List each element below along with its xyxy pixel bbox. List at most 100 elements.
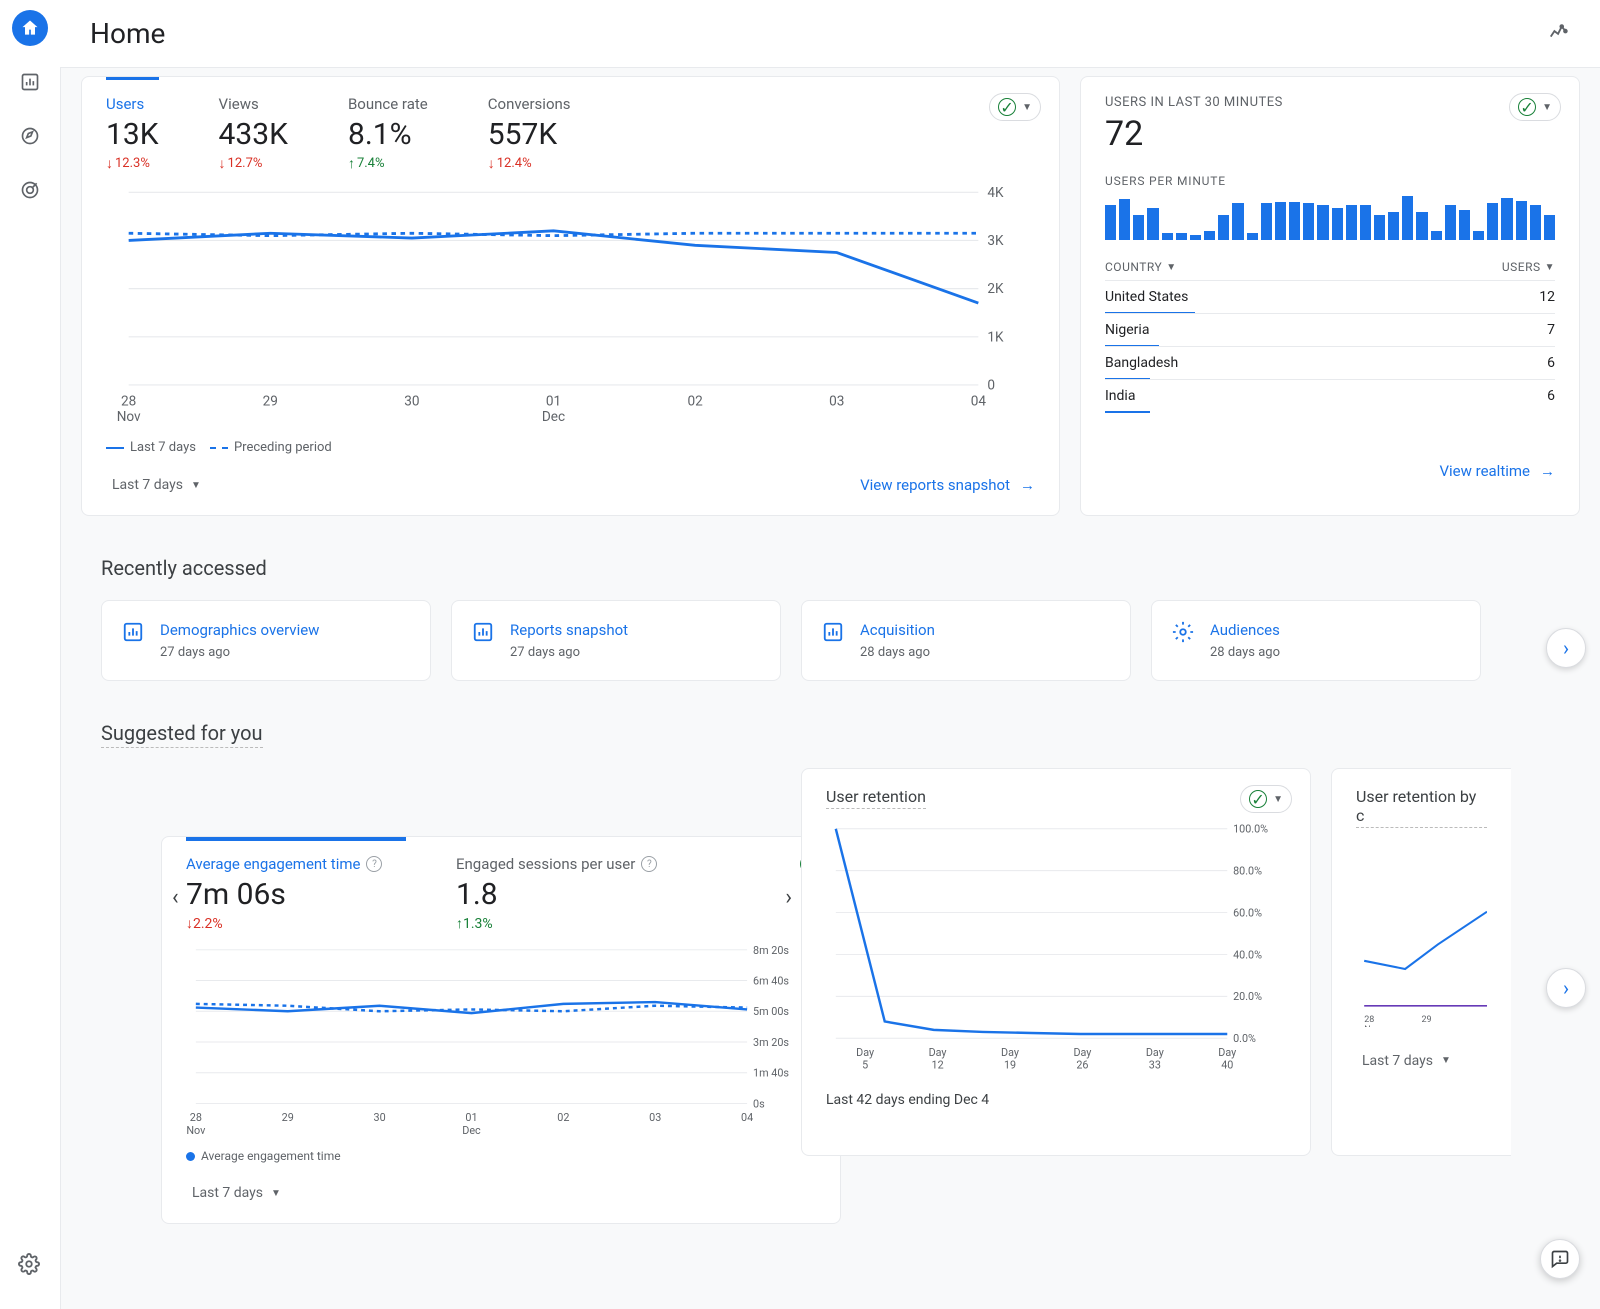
svg-text:Day: Day [929, 1046, 947, 1059]
nav-reports-icon[interactable] [12, 64, 48, 100]
svg-text:28: 28 [1364, 1015, 1374, 1025]
svg-text:Day: Day [1218, 1046, 1236, 1059]
svg-text:0.0%: 0.0% [1233, 1032, 1256, 1045]
caret-down-icon: ▼ [1273, 794, 1283, 805]
minute-bar [1261, 203, 1272, 240]
minute-bar [1544, 215, 1555, 240]
svg-text:100.0%: 100.0% [1233, 823, 1268, 836]
top-bar: Home [60, 0, 1600, 68]
check-icon: ✓ [1249, 790, 1267, 808]
minute-bar [1289, 202, 1300, 240]
country-row[interactable]: United States12 [1105, 280, 1555, 313]
svg-text:5m 00s: 5m 00s [753, 1005, 789, 1018]
minute-bar [1332, 208, 1343, 240]
caret-down-icon: ▼ [1542, 102, 1552, 113]
feedback-button[interactable] [1540, 1239, 1580, 1279]
svg-text:80.0%: 80.0% [1233, 865, 1262, 878]
minute-bar [1176, 233, 1187, 240]
country-row[interactable]: Nigeria7 [1105, 313, 1555, 346]
nav-explore-icon[interactable] [12, 118, 48, 154]
minute-bar [1501, 198, 1512, 240]
period-select[interactable]: Last 7 days▼ [186, 1181, 287, 1205]
svg-text:2K: 2K [987, 281, 1004, 297]
retention-cohort-title: User retention by c [1356, 787, 1487, 828]
scroll-right-button[interactable]: › [1546, 968, 1586, 1008]
next-metric-button[interactable]: › [785, 885, 792, 910]
svg-text:02: 02 [687, 393, 703, 409]
users-per-minute-label: USERS PER MINUTE [1105, 174, 1555, 188]
recent-card[interactable]: Acquisition28 days ago [801, 600, 1131, 681]
section-title-recent: Recently accessed [101, 556, 1580, 580]
main-content: ✓ ▼ Users13K↓ 12.3% Views433K↓ 12.7% Bounc… [60, 68, 1600, 1309]
retention-card: ✓ ▼ User retention 0.0%20.0%40.0%60.0%80… [801, 768, 1311, 1156]
minute-bar [1487, 203, 1498, 240]
check-icon: ✓ [998, 98, 1016, 116]
svg-text:Dec: Dec [542, 409, 565, 425]
svg-text:40: 40 [1221, 1059, 1233, 1072]
svg-text:6m 40s: 6m 40s [753, 975, 789, 988]
metric-engaged-sessions[interactable]: Engaged sessions per user? 1.8 ↑1.3% [456, 855, 676, 932]
period-select[interactable]: Last 7 days▼ [1356, 1049, 1457, 1073]
overview-line-chart: 01K2K3K4K28Nov293001Dec020304 [106, 181, 1035, 430]
metric-views[interactable]: Views433K↓ 12.7% [219, 95, 288, 171]
minute-bar [1431, 231, 1442, 240]
svg-text:1K: 1K [987, 329, 1004, 345]
status-dropdown[interactable]: ✓ ▼ [1509, 93, 1561, 121]
metric-bounce-rate[interactable]: Bounce rate8.1%↑ 7.4% [348, 95, 428, 171]
minute-bar [1190, 235, 1201, 240]
nav-advertising-icon[interactable] [12, 172, 48, 208]
section-title-suggested: Suggested for you [101, 721, 263, 748]
prev-metric-button[interactable]: ‹ [172, 885, 179, 910]
minute-bar [1317, 205, 1328, 240]
users-column-header[interactable]: USERS▼ [1502, 260, 1555, 274]
status-dropdown[interactable]: ✓ ▼ [1240, 785, 1292, 813]
minute-bar [1445, 205, 1456, 240]
bar-icon [122, 621, 144, 660]
bar-icon [822, 621, 844, 660]
arrow-right-icon: → [1540, 462, 1555, 480]
nav-home-icon[interactable] [12, 10, 48, 46]
minute-bar [1247, 233, 1258, 240]
help-icon[interactable]: ? [641, 856, 657, 872]
insights-icon[interactable] [1538, 11, 1580, 57]
svg-text:29: 29 [282, 1111, 294, 1124]
engagement-line-chart: 0s1m 40s3m 20s5m 00s6m 40s8m 20s28Nov293… [186, 942, 816, 1139]
view-realtime-link[interactable]: View realtime → [1439, 462, 1555, 480]
country-row[interactable]: Bangladesh6 [1105, 346, 1555, 379]
bar-icon [472, 621, 494, 660]
realtime-card: ✓ ▼ USERS IN LAST 30 MINUTES 72 USERS PE… [1080, 76, 1580, 516]
minute-bar [1204, 231, 1215, 240]
country-row[interactable]: India6 [1105, 379, 1555, 412]
metric-conversions[interactable]: Conversions557K↓ 12.4% [488, 95, 571, 171]
scroll-right-button[interactable]: › [1546, 628, 1586, 668]
minute-bar [1516, 201, 1527, 240]
minute-bar [1360, 205, 1371, 240]
period-select[interactable]: Last 7 days▼ [106, 473, 207, 497]
svg-text:29: 29 [1422, 1015, 1432, 1025]
page-title: Home [90, 17, 165, 50]
minute-bar [1374, 215, 1385, 240]
svg-text:33: 33 [1149, 1059, 1161, 1072]
settings-icon[interactable] [18, 1253, 40, 1279]
svg-text:19: 19 [1004, 1059, 1016, 1072]
minute-bar [1232, 203, 1243, 240]
minute-bar [1473, 231, 1484, 240]
svg-text:04: 04 [741, 1111, 753, 1124]
country-column-header[interactable]: COUNTRY▼ [1105, 260, 1177, 274]
minute-bar [1218, 215, 1229, 240]
metric-avg-engagement[interactable]: Average engagement time? 7m 06s ↓2.2% [186, 837, 406, 932]
recent-card[interactable]: Audiences28 days ago [1151, 600, 1481, 681]
recent-card[interactable]: Reports snapshot27 days ago [451, 600, 781, 681]
retention-footer: Last 42 days ending Dec 4 [826, 1092, 1286, 1108]
retention-cohort-card: User retention by c 28 Nov 29 Last 7 day… [1331, 768, 1511, 1156]
recent-card[interactable]: Demographics overview27 days ago [101, 600, 431, 681]
svg-text:60.0%: 60.0% [1233, 907, 1262, 920]
gear-icon [1172, 621, 1194, 660]
status-dropdown[interactable]: ✓ ▼ [989, 93, 1041, 121]
arrow-up-icon: ↑ [456, 916, 463, 932]
view-reports-snapshot-link[interactable]: View reports snapshot → [860, 476, 1035, 494]
metric-users[interactable]: Users13K↓ 12.3% [106, 77, 159, 171]
svg-text:40.0%: 40.0% [1233, 949, 1262, 962]
help-icon[interactable]: ? [366, 856, 382, 872]
svg-text:1m 40s: 1m 40s [753, 1067, 789, 1080]
